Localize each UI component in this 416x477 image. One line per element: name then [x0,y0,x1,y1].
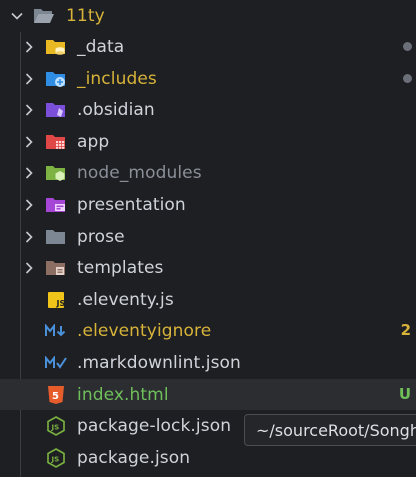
chevron-right-icon[interactable] [22,72,36,86]
tree-item-label: app [77,131,110,152]
tree-item-label: index.html [77,384,169,405]
js-file-icon: JS [45,290,67,310]
folder-node-icon [45,163,67,183]
modified-dot [403,74,412,83]
tree-item-data[interactable]: _data [0,31,416,62]
tree-item-prose[interactable]: prose [0,221,416,252]
html-file-icon: 5 [45,385,67,405]
tree-item-label: prose [77,226,125,247]
folder-templates-icon [45,258,67,278]
tree-item-label: package-lock.json [77,415,232,436]
untracked-badge: U [398,385,411,403]
tree-root-label: 11ty [66,5,105,26]
svg-text:5: 5 [52,391,59,402]
chevron-right-icon[interactable] [22,135,36,149]
tree-item-eleventy-js[interactable]: JS .eleventy.js [0,284,416,315]
tree-item-templates[interactable]: templates [0,252,416,283]
folder-icon [45,227,67,247]
modified-dot [403,42,412,51]
tree-item-label: _data [77,36,125,57]
tree-item-package-json[interactable]: JS package.json [0,442,416,473]
folder-data-icon [45,37,67,57]
tree-item-label: .markdownlint.json [77,352,241,373]
tree-root-11ty[interactable]: 11ty [0,0,416,31]
tree-item-includes[interactable]: _includes [0,63,416,94]
chevron-right-icon[interactable] [22,103,36,117]
folder-open-icon [33,6,55,26]
tree-item-label: package.json [77,447,191,468]
tree-item-label: .obsidian [77,99,155,120]
chevron-right-icon[interactable] [22,261,36,275]
tree-item-obsidian[interactable]: .obsidian [0,94,416,125]
chevron-right-icon[interactable] [22,166,36,180]
markdownlint-icon [45,353,67,373]
svg-text:JS: JS [51,455,60,463]
tree-item-eleventyignore[interactable]: .eleventyignore 2 [0,315,416,346]
chevron-right-icon[interactable] [22,230,36,244]
tree-item-label: _includes [77,68,157,89]
tree-item-node-modules[interactable]: node_modules [0,157,416,188]
tree-item-label: .eleventy.js [77,289,174,310]
tree-item-label: presentation [77,194,186,215]
markdown-ignore-icon [45,321,67,341]
svg-text:JS: JS [56,299,66,308]
tree-item-label: templates [77,257,164,278]
svg-text:JS: JS [51,423,60,431]
chevron-right-icon[interactable] [22,198,36,212]
folder-presentation-icon [45,195,67,215]
problems-count-badge: 2 [400,321,411,339]
tree-item-label: .eleventyignore [77,320,212,341]
tree-item-app[interactable]: app [0,126,416,157]
folder-app-icon [45,132,67,152]
path-tooltip: ~/sourceRoot/Songh [244,414,416,446]
folder-obsidian-icon [45,100,67,120]
folder-includes-icon [45,69,67,89]
tree-item-label: node_modules [77,162,202,183]
chevron-down-icon[interactable] [10,9,24,23]
nodejs-icon: JS [45,415,67,436]
tree-item-presentation[interactable]: presentation [0,189,416,220]
tree-item-index-html[interactable]: 5 index.html U [0,379,416,410]
nodejs-icon: JS [45,447,67,468]
tree-item-markdownlint-json[interactable]: .markdownlint.json [0,347,416,378]
chevron-right-icon[interactable] [22,40,36,54]
file-explorer-tree: 11ty _data _includes .obsidian app node_… [0,0,416,477]
